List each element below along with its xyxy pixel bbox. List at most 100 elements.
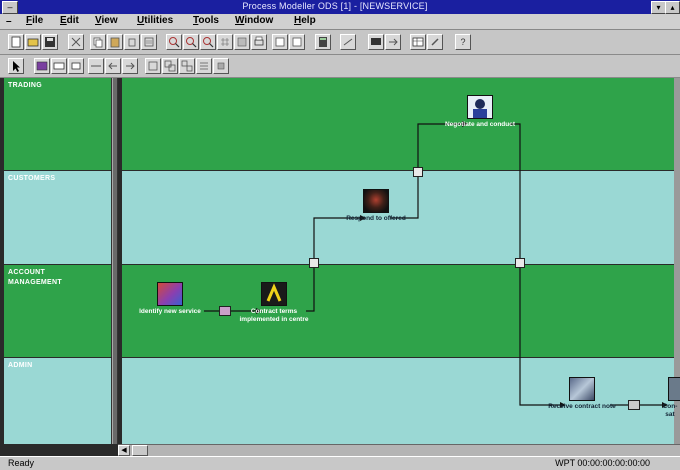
lane-label-customers: CUSTOMERS (8, 175, 56, 182)
lane-trading: TRADING (4, 78, 676, 170)
menu-bar: – File Edit View Utilities Tools Window … (0, 14, 680, 30)
flow-gate-1[interactable] (219, 306, 231, 316)
print-icon[interactable] (251, 34, 267, 50)
menu-tools-label: ools (198, 15, 219, 26)
menu-view[interactable]: View (95, 15, 118, 26)
status-text: Ready (8, 458, 35, 468)
menu-utilities[interactable]: Utilities (137, 15, 173, 26)
link-icon[interactable] (340, 34, 356, 50)
identify-activity-icon (157, 282, 183, 306)
chart-icon[interactable] (289, 34, 305, 50)
menu-edit-label: dit (66, 15, 79, 26)
grid-icon[interactable] (217, 34, 233, 50)
node-negotiate-and-conduct[interactable]: Negotiate and conduct (440, 95, 520, 129)
node-label-identify: Identify new service (139, 308, 201, 315)
node-label-respond: Respond to offered (346, 215, 406, 222)
arrange-tool-icon[interactable] (196, 58, 212, 74)
document-system-menu[interactable]: – (6, 16, 17, 27)
respond-activity-icon (363, 189, 389, 213)
tools-icon[interactable] (427, 34, 443, 50)
receive-activity-icon (569, 377, 595, 401)
box-tool-icon[interactable] (68, 58, 84, 74)
node-label-receive: Receive contract note (548, 403, 616, 410)
zoom-fit-icon[interactable] (200, 34, 216, 50)
paste-icon[interactable] (107, 34, 123, 50)
group-tool-icon[interactable] (162, 58, 178, 74)
horizontal-scrollbar[interactable]: ◀ (118, 444, 680, 456)
lane-label-trading: TRADING (8, 82, 42, 89)
maximize-button[interactable]: ▴ (665, 1, 680, 14)
scroll-thumb[interactable] (132, 445, 148, 456)
flow-left-icon[interactable] (105, 58, 121, 74)
flow-gate-2[interactable] (309, 258, 319, 268)
node-label-partial: Con- sat (662, 403, 678, 418)
new-file-icon[interactable] (8, 34, 24, 50)
node-partially-visible[interactable]: Con- sat (660, 377, 680, 419)
menu-window[interactable]: Window (235, 15, 273, 26)
properties-icon[interactable] (141, 34, 157, 50)
node-label-contract-terms: Contract terms implemented in centre (239, 308, 309, 323)
menu-file[interactable]: File (26, 15, 43, 26)
menu-help-label: elp (301, 15, 316, 26)
person-phone-icon (467, 95, 493, 119)
scroll-left-button[interactable]: ◀ (118, 445, 130, 456)
flow-gate-5[interactable] (628, 400, 640, 410)
align-icon[interactable] (234, 34, 250, 50)
lane-header-admin[interactable]: ADMIN (4, 358, 112, 444)
monitor-icon[interactable] (368, 34, 384, 50)
table-icon[interactable] (410, 34, 426, 50)
contract-activity-icon (261, 282, 287, 306)
drawing-toolbar (0, 55, 680, 78)
snap-tool-icon[interactable] (213, 58, 229, 74)
arrow-right-icon[interactable] (385, 34, 401, 50)
menu-tools[interactable]: Tools (193, 15, 219, 26)
node-contract-terms[interactable]: Contract terms implemented in centre (234, 282, 314, 324)
main-toolbar: ? (0, 30, 680, 55)
menu-window-label: indow (244, 15, 274, 26)
copy-icon[interactable] (90, 34, 106, 50)
lane-body-trading[interactable] (122, 78, 676, 170)
node-respond-to-offered[interactable]: Respond to offered (336, 189, 416, 223)
connector-tool-icon[interactable] (88, 58, 104, 74)
partial-activity-icon (668, 377, 680, 401)
calculator-icon[interactable] (315, 34, 331, 50)
activity-tool-icon[interactable] (34, 58, 50, 74)
layout-tool-icon[interactable] (145, 58, 161, 74)
lane-header-account-management[interactable]: ACCOUNT MANAGEMENT (4, 265, 112, 357)
node-identify-new-service[interactable]: Identify new service (130, 282, 210, 316)
lane-label-account-management: ACCOUNT MANAGEMENT (8, 269, 62, 286)
minimize-button[interactable]: ▾ (651, 1, 666, 14)
flow-right-icon[interactable] (122, 58, 138, 74)
lane-splitter[interactable] (112, 78, 118, 444)
lane-header-customers[interactable]: CUSTOMERS (4, 171, 112, 264)
flow-gate-4[interactable] (515, 258, 525, 268)
ungroup-tool-icon[interactable] (179, 58, 195, 74)
open-folder-icon[interactable] (25, 34, 41, 50)
pointer-tool-icon[interactable] (8, 58, 24, 74)
menu-file-label: ile (32, 15, 44, 26)
status-clock: WPT 00:00:00:00:00:00 (555, 458, 650, 468)
title-bar: – Process Modeller ODS [1] - [NEWSERVICE… (0, 0, 680, 14)
menu-help[interactable]: Help (294, 15, 316, 26)
process-tool-icon[interactable] (51, 58, 67, 74)
menu-utilities-label: tilities (144, 15, 174, 26)
menu-edit[interactable]: Edit (60, 15, 79, 26)
zoom-out-icon[interactable] (183, 34, 199, 50)
lane-label-admin: ADMIN (8, 362, 33, 369)
status-bar: Ready WPT 00:00:00:00:00:00 (0, 456, 680, 470)
node-receive-contract-note[interactable]: Receive contract note (542, 377, 622, 411)
system-menu-button[interactable]: – (2, 1, 18, 14)
menu-edit-accel: E (60, 15, 67, 26)
lane-account-management: ACCOUNT MANAGEMENT (4, 265, 676, 357)
lane-header-trading[interactable]: TRADING (4, 78, 112, 170)
cut-icon[interactable] (68, 34, 84, 50)
zoom-in-icon[interactable] (166, 34, 182, 50)
flow-gate-3[interactable] (413, 167, 423, 177)
menu-view-label: iew (101, 15, 118, 26)
help-icon[interactable]: ? (455, 34, 471, 50)
delete-icon[interactable] (124, 34, 140, 50)
report-icon[interactable] (272, 34, 288, 50)
window-title: Process Modeller ODS [1] - [NEWSERVICE] (242, 1, 428, 11)
save-icon[interactable] (42, 34, 58, 50)
menu-window-accel: W (235, 15, 245, 26)
